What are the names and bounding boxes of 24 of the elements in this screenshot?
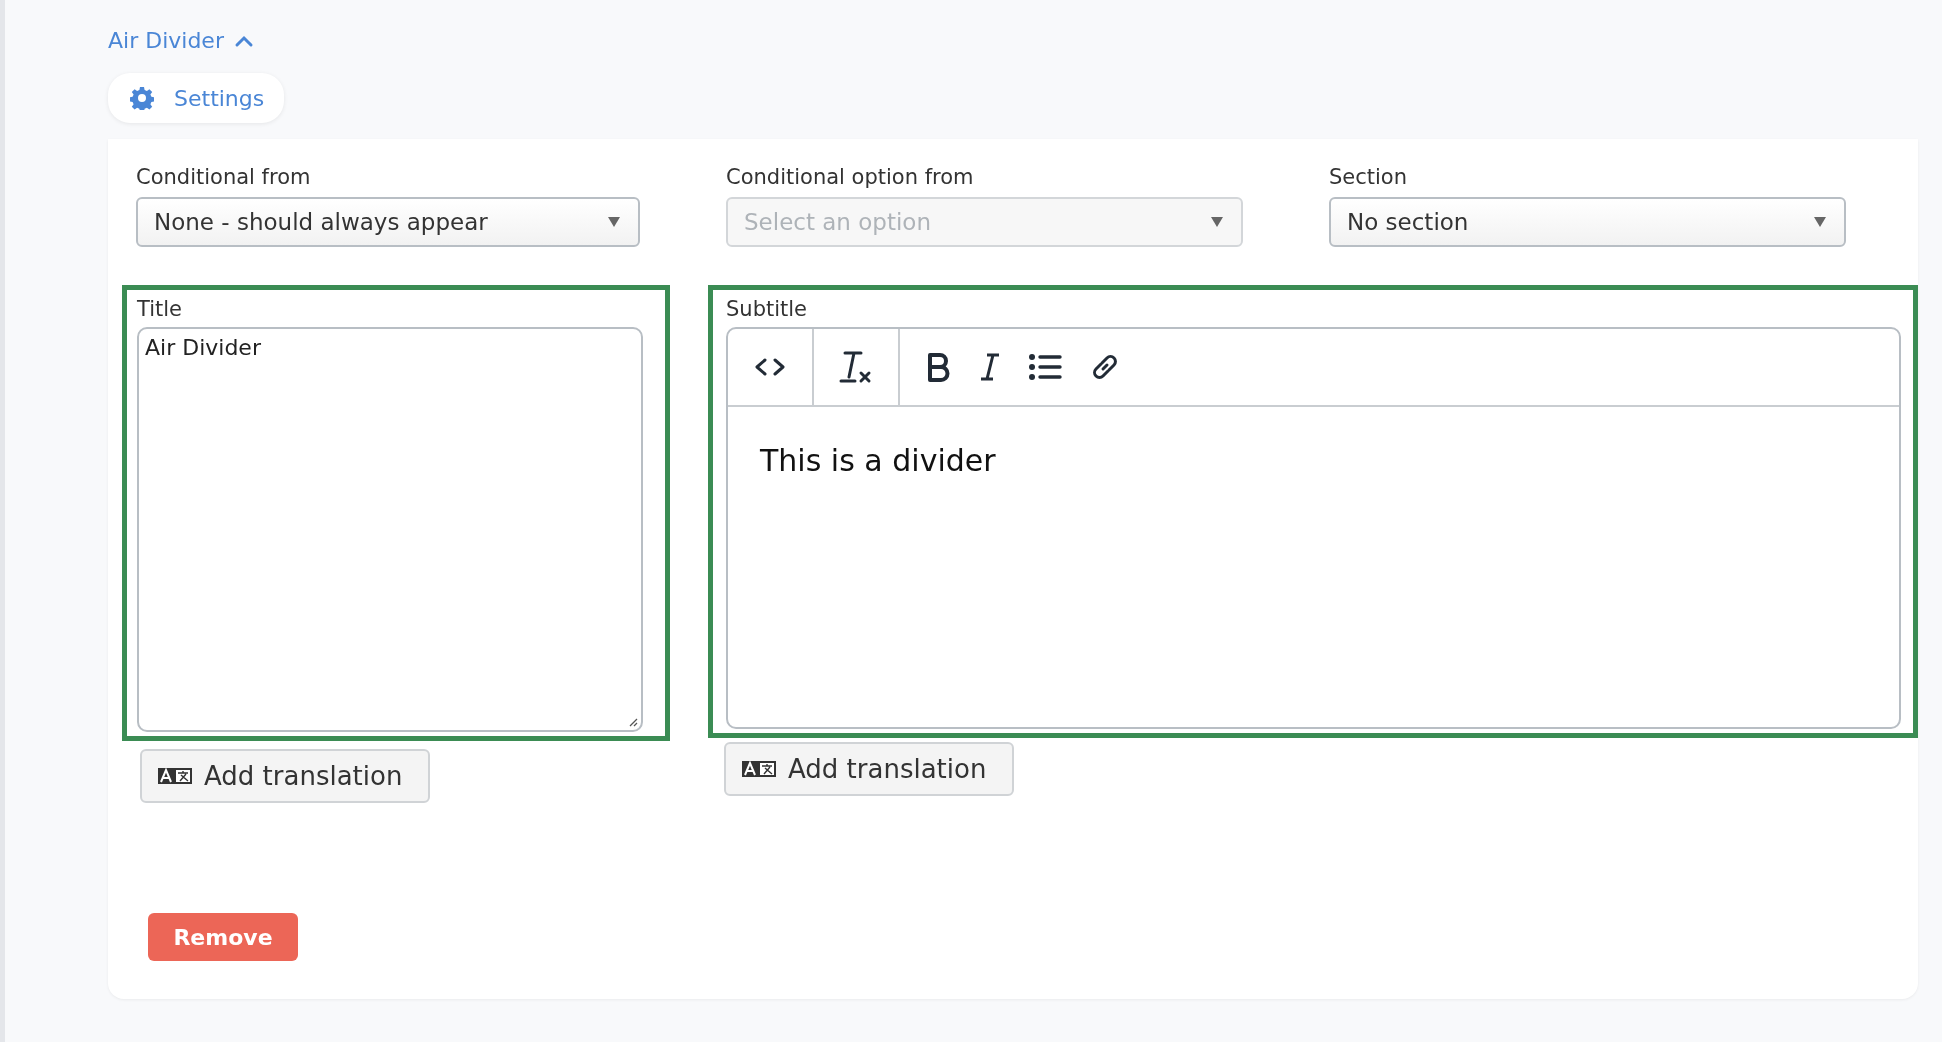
field-label: Subtitle [726,297,809,321]
dropdown-arrow-icon [1211,217,1223,227]
settings-button[interactable]: Settings [108,73,285,123]
add-translation-button[interactable]: Add translation [724,742,1015,796]
dropdown[interactable]: No section [1329,197,1846,247]
translate-icon [742,760,776,778]
title-textarea[interactable]: Air Divider [137,327,643,732]
list-button[interactable] [1028,352,1062,382]
chevron-up-icon [233,33,254,48]
field-label: Conditional from [136,165,312,189]
add-translation-button[interactable]: Add translation [140,749,431,803]
field-label: Section [1329,165,1409,189]
dropdown-arrow-icon [1814,217,1826,227]
field-label: Title [137,297,183,321]
translate-icon [158,767,192,785]
dropdown-arrow-icon [608,217,620,227]
resize-handle-icon[interactable] [628,717,638,727]
settings-icon [130,86,154,110]
italic-button[interactable] [978,352,1002,382]
editor-text-area[interactable]: This is a divider [728,407,1899,727]
dropdown[interactable]: None - should always appear [136,197,640,247]
section-toggle[interactable]: Air Divider [108,28,254,53]
bold-button[interactable] [926,352,952,382]
field-label: Conditional option from [726,165,975,189]
